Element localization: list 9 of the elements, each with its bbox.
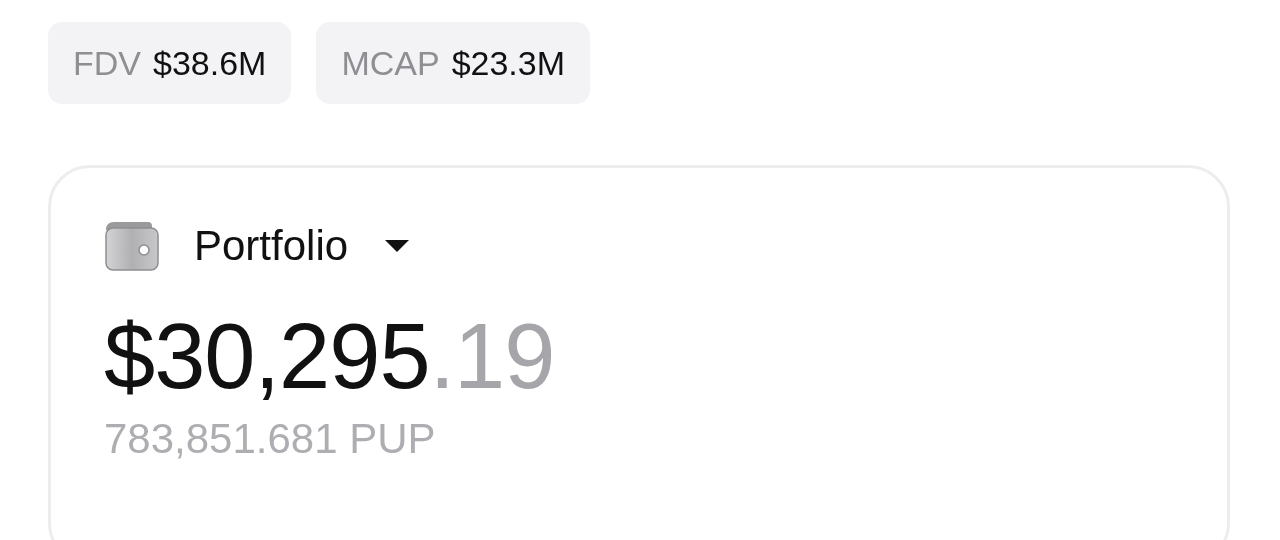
portfolio-balance: $30,295.19: [104, 306, 556, 408]
stat-value: $23.3M: [451, 43, 566, 83]
stat-label: FDV: [73, 43, 141, 83]
portfolio-selector[interactable]: Portfolio: [104, 220, 411, 272]
caret-icon: [384, 239, 411, 253]
wallet-icon: [104, 220, 160, 272]
stat-value: $38.6M: [153, 43, 267, 83]
stat-label: MCAP: [341, 43, 440, 83]
token-amount: 783,851.681 PUP: [104, 415, 437, 464]
